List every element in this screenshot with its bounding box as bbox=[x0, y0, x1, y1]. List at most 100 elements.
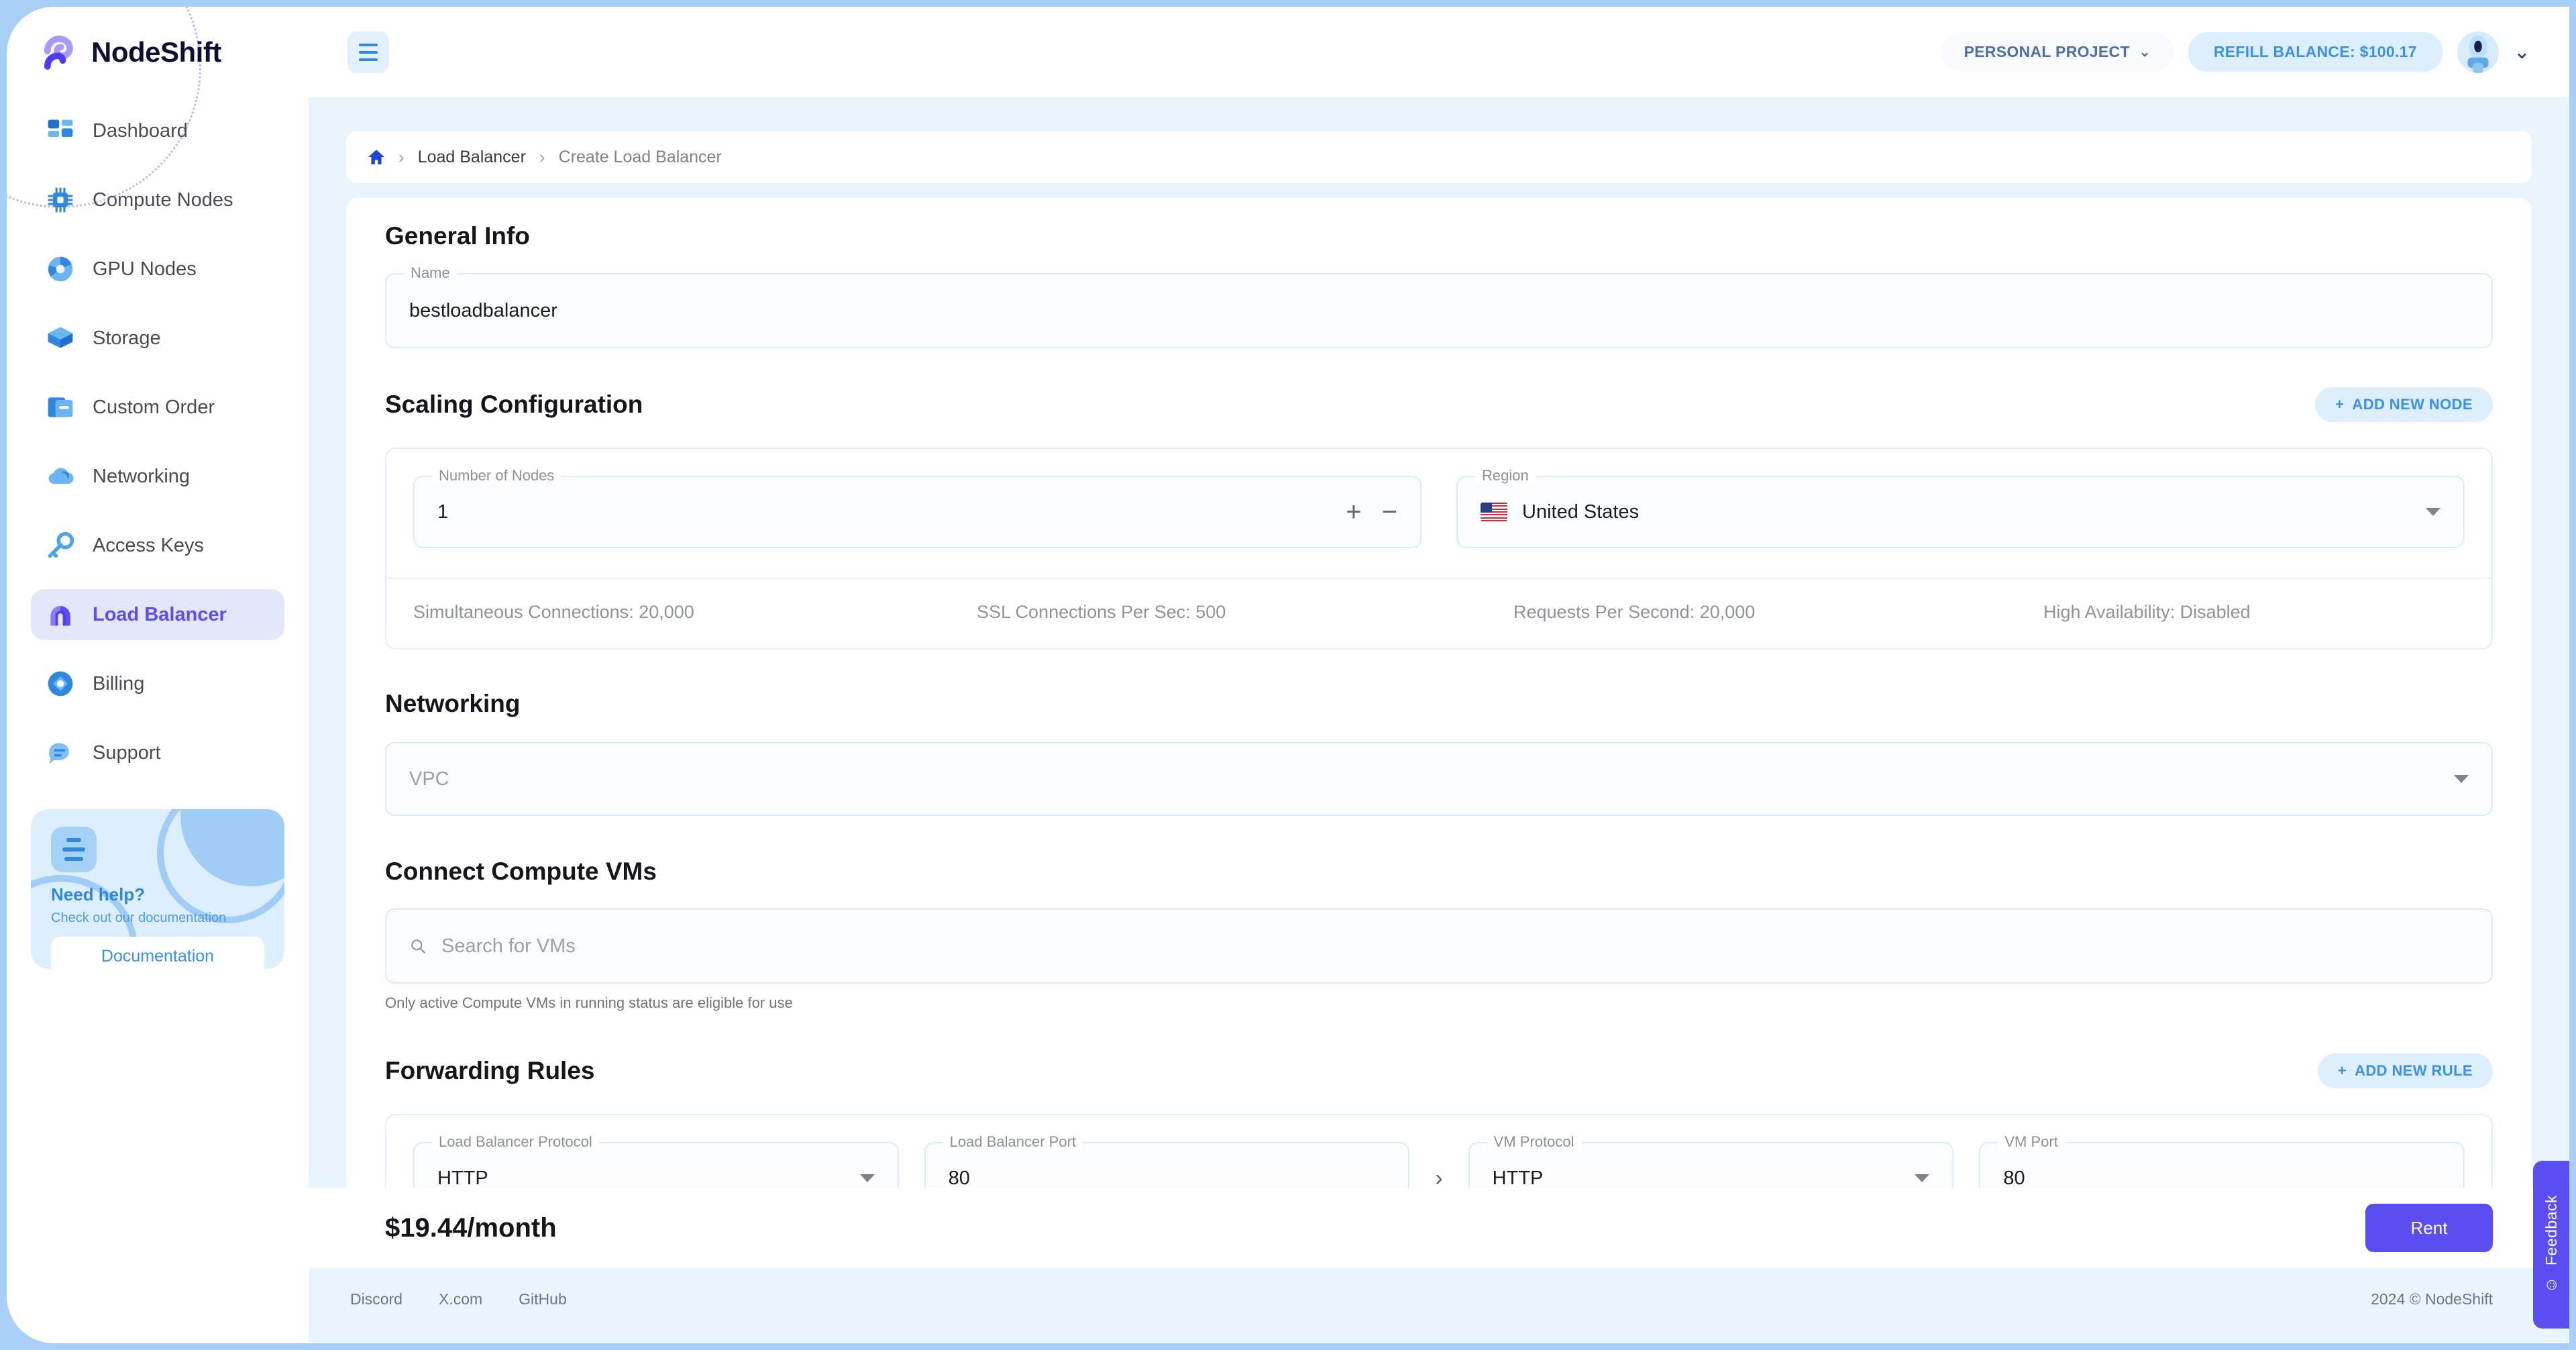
vm-search-hint: Only active Compute VMs in running statu… bbox=[385, 994, 793, 1011]
number-of-nodes-value: 1 bbox=[437, 501, 449, 523]
stat-label: High Availability: bbox=[2043, 602, 2176, 622]
vm-search-input[interactable]: Search for VMs bbox=[385, 908, 2493, 984]
vpc-select[interactable]: VPC bbox=[385, 742, 2493, 816]
feedback-label: Feedback bbox=[2542, 1195, 2560, 1266]
document-icon bbox=[51, 827, 97, 872]
scaling-stats: Simultaneous Connections: 20,000 SSL Con… bbox=[386, 579, 2491, 648]
sidebar-item-networking[interactable]: Networking bbox=[31, 451, 284, 502]
footer-link-github[interactable]: GitHub bbox=[519, 1290, 567, 1308]
doc-line bbox=[64, 857, 83, 861]
vm-port-label: VM Port bbox=[1998, 1133, 2065, 1151]
us-flag-icon bbox=[1481, 503, 1507, 521]
chevron-down-icon bbox=[1915, 1174, 1930, 1182]
vm-search-placeholder: Search for VMs bbox=[441, 935, 576, 957]
breadcrumb: › Load Balancer › Create Load Balancer bbox=[346, 131, 2532, 183]
hamburger-bar bbox=[359, 58, 378, 61]
sidebar-item-custom-order[interactable]: Custom Order bbox=[31, 382, 284, 433]
brand-logo[interactable]: NodeShift bbox=[42, 34, 310, 71]
breadcrumb-load-balancer[interactable]: Load Balancer bbox=[418, 148, 526, 167]
stat-high-availability: High Availability: Disabled bbox=[2043, 602, 2251, 623]
section-header-scaling: Scaling Configuration + ADD NEW NODE bbox=[385, 387, 2493, 422]
header-actions: PERSONAL PROJECT ⌄ REFILL BALANCE: $100.… bbox=[1941, 31, 2530, 73]
sidebar-item-load-balancer[interactable]: Load Balancer bbox=[31, 589, 284, 640]
cloud-icon bbox=[48, 468, 74, 484]
sidebar-item-label: Custom Order bbox=[93, 396, 215, 418]
number-of-nodes-field[interactable]: Number of Nodes 1 + − bbox=[413, 467, 1421, 548]
project-selector[interactable]: PERSONAL PROJECT ⌄ bbox=[1941, 32, 2174, 72]
doc-line bbox=[66, 838, 81, 842]
home-icon[interactable] bbox=[368, 148, 385, 166]
stat-label: SSL Connections Per Sec: bbox=[977, 602, 1191, 622]
stat-requests-per-second: Requests Per Second: 20,000 bbox=[1513, 602, 2043, 623]
dashboard-icon bbox=[48, 119, 73, 138]
documentation-button[interactable]: Documentation bbox=[51, 937, 264, 969]
vm-protocol-label: VM Protocol bbox=[1487, 1133, 1581, 1151]
section-title-networking: Networking bbox=[385, 690, 521, 717]
app-root: NodeShift PERSONAL PROJECT ⌄ REFILL BALA… bbox=[0, 0, 2576, 1350]
sidebar-item-gpu-nodes[interactable]: GPU Nodes bbox=[31, 244, 284, 295]
footer-link-discord[interactable]: Discord bbox=[350, 1290, 402, 1308]
sidebar-item-dashboard[interactable]: Dashboard bbox=[31, 105, 284, 156]
name-field[interactable]: Name bestloadbalancer bbox=[385, 264, 2493, 348]
custom-order-icon bbox=[48, 397, 73, 417]
project-selector-label: PERSONAL PROJECT bbox=[1964, 43, 2130, 60]
sidebar-item-storage[interactable]: Storage bbox=[31, 313, 284, 364]
chevron-down-icon: ⌄ bbox=[2139, 44, 2151, 60]
refill-balance-button[interactable]: REFILL BALANCE: $100.17 bbox=[2188, 32, 2443, 72]
price-total: $19.44/month bbox=[385, 1212, 557, 1243]
sidebar-item-billing[interactable]: Billing bbox=[31, 658, 284, 709]
chevron-down-icon[interactable]: ⌄ bbox=[2514, 42, 2530, 62]
node-stepper: + − bbox=[1346, 499, 1397, 525]
stat-ssl-connections: SSL Connections Per Sec: 500 bbox=[977, 602, 1513, 623]
lb-protocol-label: Load Balancer Protocol bbox=[432, 1133, 599, 1151]
app-header: NodeShift PERSONAL PROJECT ⌄ REFILL BALA… bbox=[7, 7, 2569, 97]
main-content: › Load Balancer › Create Load Balancer G… bbox=[309, 97, 2569, 1343]
avatar-image bbox=[2457, 31, 2499, 73]
section-title-connect-vms: Connect Compute VMs bbox=[385, 858, 657, 885]
load-balancer-icon bbox=[50, 606, 70, 626]
avatar[interactable] bbox=[2457, 31, 2499, 73]
plus-icon: + bbox=[2337, 1062, 2347, 1079]
sidebar: Dashboard Compute Nodes GPU Nodes Storag… bbox=[7, 97, 309, 1343]
bottom-action-bar: $19.44/month Rent bbox=[309, 1188, 2569, 1268]
increment-node-icon[interactable]: + bbox=[1346, 499, 1361, 525]
sidebar-item-support[interactable]: Support bbox=[31, 727, 284, 778]
feedback-tab[interactable]: Feedback ☺ bbox=[2533, 1161, 2569, 1329]
hamburger-bar bbox=[359, 50, 378, 54]
lb-port-label: Load Balancer Port bbox=[943, 1133, 1083, 1151]
number-of-nodes-label: Number of Nodes bbox=[432, 467, 561, 484]
sidebar-item-label: Support bbox=[93, 741, 161, 764]
decrement-node-icon[interactable]: − bbox=[1382, 499, 1397, 525]
support-icon bbox=[49, 743, 69, 764]
region-label: Region bbox=[1475, 467, 1536, 484]
sidebar-item-access-keys[interactable]: Access Keys bbox=[31, 520, 284, 571]
lb-protocol-value: HTTP bbox=[437, 1167, 488, 1189]
add-new-rule-button[interactable]: + ADD NEW RULE bbox=[2317, 1053, 2493, 1088]
vpc-placeholder: VPC bbox=[409, 768, 449, 790]
sidebar-item-label: Billing bbox=[93, 672, 145, 694]
form-content: General Info Name bestloadbalancer Scali… bbox=[346, 198, 2532, 1267]
sidebar-item-label: Compute Nodes bbox=[93, 189, 233, 211]
stat-value: Disabled bbox=[2180, 602, 2251, 622]
vm-protocol-value: HTTP bbox=[1492, 1167, 1544, 1189]
billing-icon bbox=[48, 671, 73, 696]
sidebar-item-label: Dashboard bbox=[93, 119, 188, 142]
sidebar-item-compute-nodes[interactable]: Compute Nodes bbox=[31, 174, 284, 225]
hamburger-icon[interactable] bbox=[347, 31, 389, 73]
sidebar-item-label: Networking bbox=[93, 465, 191, 487]
region-select[interactable]: Region United States bbox=[1456, 467, 2465, 548]
gpu-icon bbox=[48, 256, 73, 282]
stat-value: 500 bbox=[1195, 602, 1226, 622]
nodeshift-logo-icon bbox=[44, 35, 73, 70]
scaling-panel-inputs: Number of Nodes 1 + − Region United Stat… bbox=[386, 449, 2491, 578]
stat-value: 20,000 bbox=[1699, 602, 1756, 622]
name-field-value: bestloadbalancer bbox=[409, 299, 557, 321]
section-header-forwarding: Forwarding Rules + ADD NEW RULE bbox=[385, 1053, 2493, 1088]
rent-button[interactable]: Rent bbox=[2365, 1204, 2493, 1252]
add-new-node-button[interactable]: + ADD NEW NODE bbox=[2315, 387, 2493, 422]
stat-simultaneous-connections: Simultaneous Connections: 20,000 bbox=[413, 602, 977, 623]
footer-link-xcom[interactable]: X.com bbox=[439, 1290, 482, 1308]
chevron-down-icon bbox=[859, 1174, 875, 1182]
search-icon bbox=[411, 939, 425, 953]
sidebar-item-label: Storage bbox=[93, 327, 161, 349]
